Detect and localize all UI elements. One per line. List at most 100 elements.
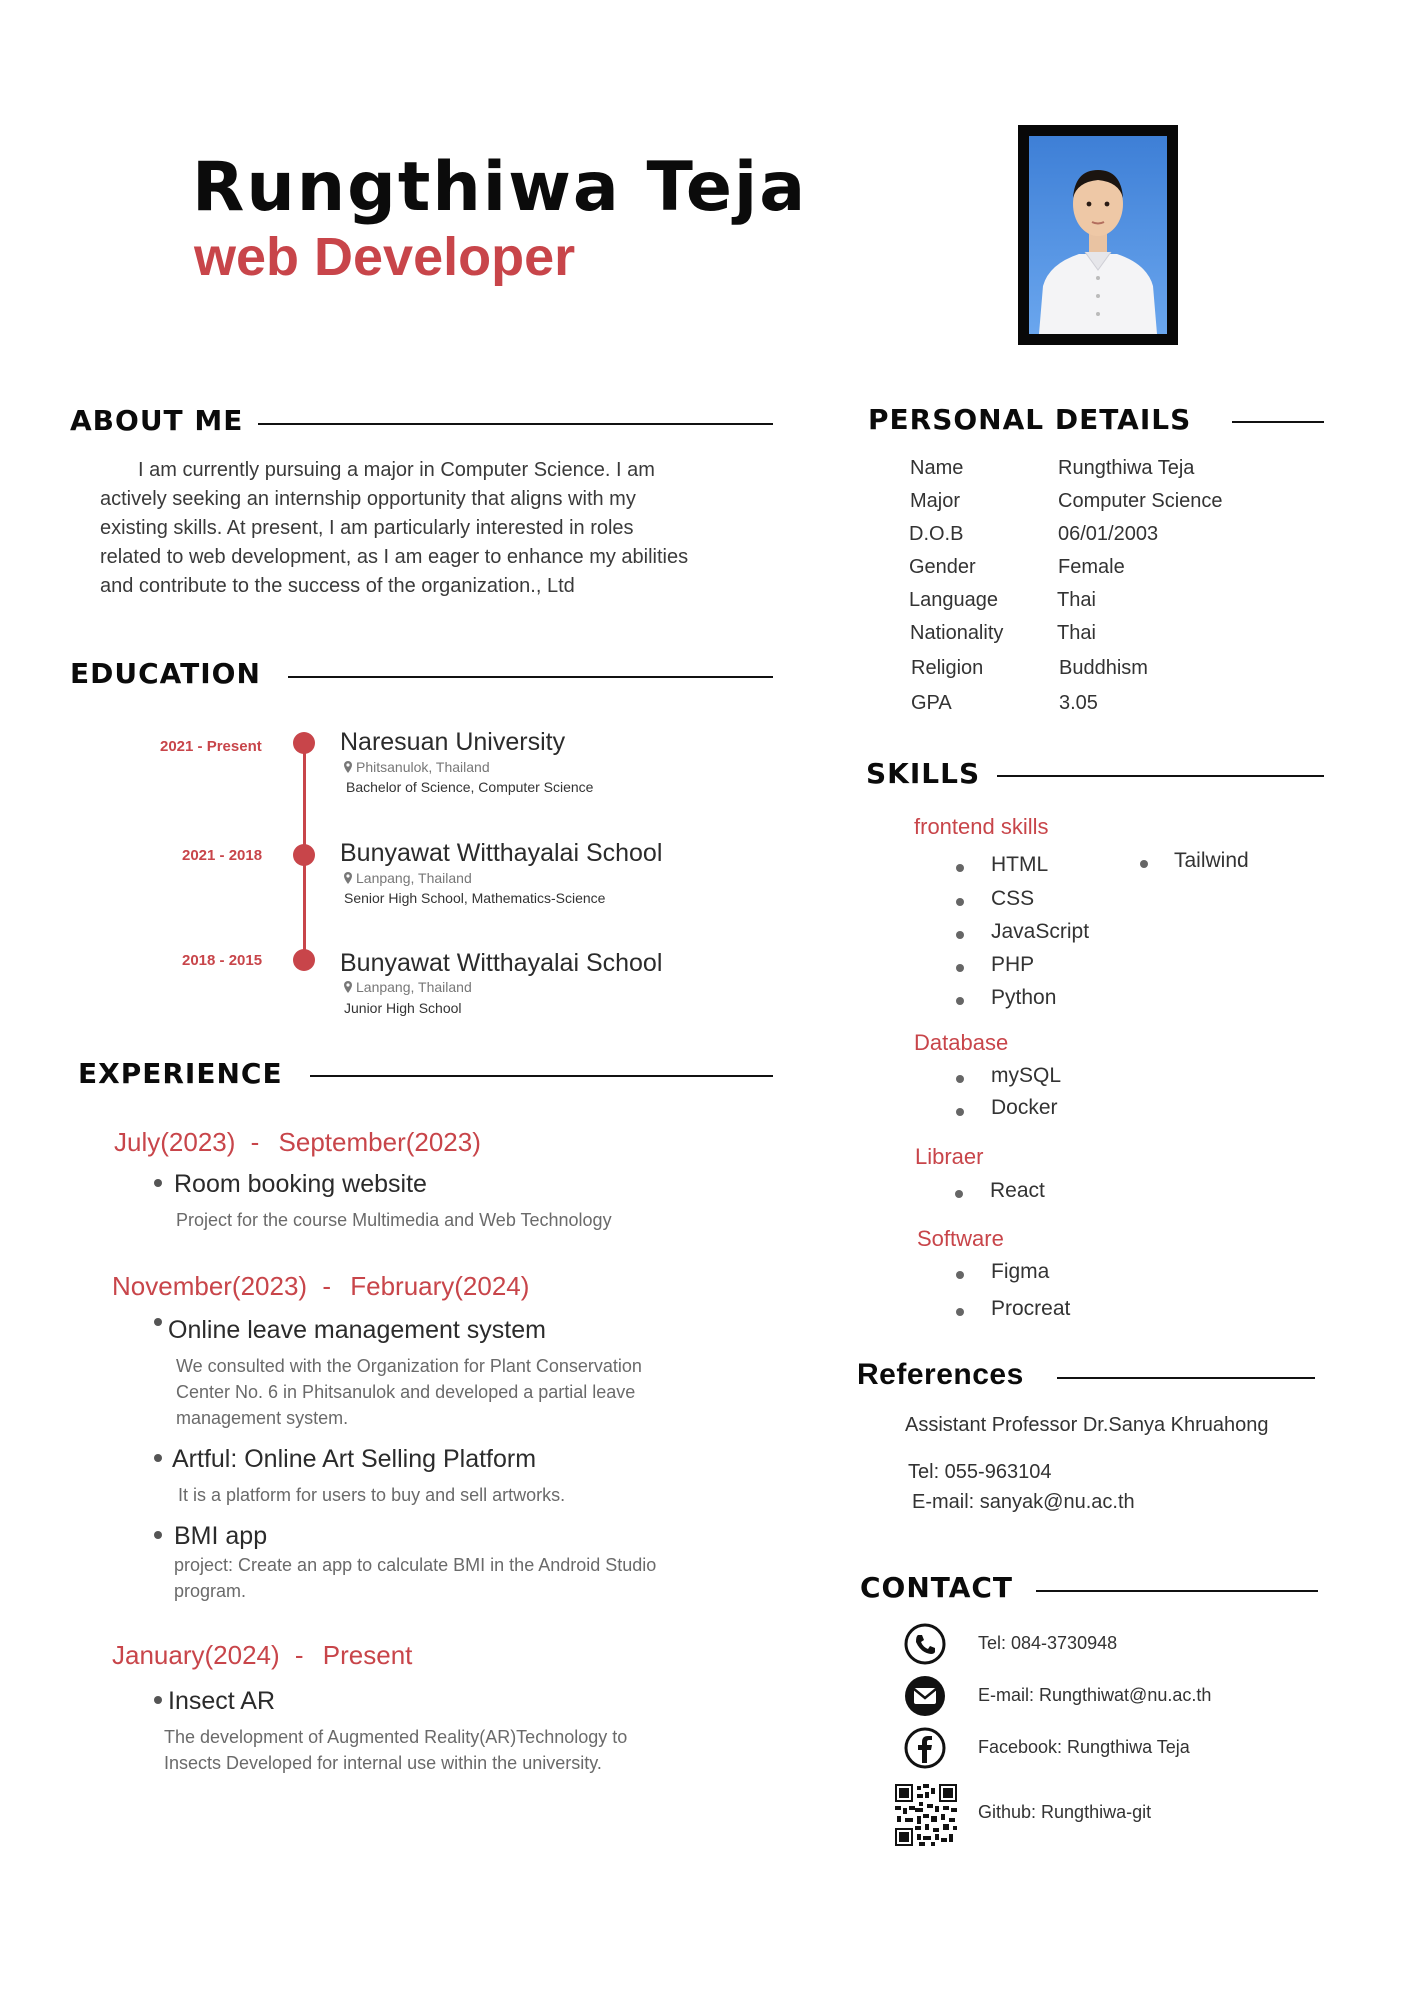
detail-label: Name xyxy=(910,457,964,479)
contact-rule xyxy=(1036,1590,1318,1592)
skill-item: Figma xyxy=(991,1260,1050,1283)
detail-label: D.O.B xyxy=(909,523,964,545)
experience-period: July(2023) - September(2023) xyxy=(114,1127,481,1158)
bullet-icon xyxy=(154,1454,162,1462)
detail-label: Major xyxy=(910,490,961,512)
detail-value: Thai xyxy=(1057,622,1096,644)
reference-email: E-mail: sanyak@nu.ac.th xyxy=(912,1491,1135,1513)
bullet-icon xyxy=(955,1190,963,1198)
about-text: I am currently pursuing a major in Compu… xyxy=(100,456,688,601)
experience-period: November(2023) - February(2024) xyxy=(112,1271,529,1302)
contact-github: Github: Rungthiwa-git xyxy=(978,1802,1152,1822)
period-end: February(2024) xyxy=(350,1271,530,1301)
detail-label: Religion xyxy=(911,657,984,679)
detail-label: GPA xyxy=(911,692,952,714)
skill-group-title: Database xyxy=(914,1030,1009,1055)
about-line: I am currently pursuing a major in Compu… xyxy=(138,459,655,481)
references-heading: References xyxy=(857,1358,1024,1391)
bullet-icon xyxy=(1140,860,1148,868)
timeline-dot xyxy=(293,732,315,754)
timeline-dot xyxy=(293,844,315,866)
detail-value: Computer Science xyxy=(1058,490,1223,512)
edu-location: Lanpang, Thailand xyxy=(343,870,472,886)
bullet-icon xyxy=(956,1308,964,1316)
edu-location-text: Phitsanulok, Thailand xyxy=(356,759,490,775)
skill-group-title: frontend skills xyxy=(914,814,1049,839)
about-heading: ABOUT ME xyxy=(70,404,244,437)
personal-rule xyxy=(1232,421,1324,423)
resume-role: web Developer xyxy=(194,227,576,287)
detail-label: Language xyxy=(909,589,998,611)
period-start: January(2024) xyxy=(112,1640,280,1670)
about-line: and contribute to the success of the org… xyxy=(100,575,575,597)
edu-date: 2018 - 2015 xyxy=(182,952,263,969)
bullet-icon xyxy=(956,964,964,972)
about-line: related to web development, as I am eage… xyxy=(100,546,689,568)
portrait-image xyxy=(1029,136,1167,334)
detail-label: Gender xyxy=(909,556,976,578)
period-end: September(2023) xyxy=(278,1127,481,1157)
project-desc-line: It is a platform for users to buy and se… xyxy=(178,1485,566,1505)
skill-item: CSS xyxy=(991,887,1035,910)
contact-facebook: Facebook: Rungthiwa Teja xyxy=(978,1737,1190,1757)
skill-item: HTML xyxy=(991,853,1049,876)
period-separator: - xyxy=(294,1640,304,1670)
personal-heading: PERSONAL DETAILS xyxy=(868,403,1192,436)
project-description: The development of Augmented Reality(AR)… xyxy=(164,1724,627,1776)
detail-value: 3.05 xyxy=(1059,692,1098,714)
skills-rule xyxy=(997,775,1324,777)
references-rule xyxy=(1057,1377,1315,1379)
project-title: BMI app xyxy=(154,1522,267,1551)
edu-degree: Junior High School xyxy=(344,1000,462,1016)
project-desc-line: Center No. 6 in Phitsanulok and develope… xyxy=(176,1382,636,1402)
project-desc-line: program. xyxy=(174,1581,247,1601)
skill-item: mySQL xyxy=(991,1064,1062,1087)
bullet-icon xyxy=(956,997,964,1005)
experience-period: January(2024) - Present xyxy=(112,1640,412,1671)
edu-school: Bunyawat Witthayalai School xyxy=(340,839,663,867)
bullet-icon xyxy=(956,1271,964,1279)
about-line: existing skills. At present, I am partic… xyxy=(100,517,634,539)
project-title-text: Insect AR xyxy=(168,1687,275,1715)
profile-photo xyxy=(1018,125,1178,345)
edu-location: Phitsanulok, Thailand xyxy=(343,759,490,775)
period-end: Present xyxy=(322,1640,413,1670)
skill-item: React xyxy=(990,1179,1045,1202)
project-title-text: Online leave management system xyxy=(168,1316,546,1344)
detail-value: Buddhism xyxy=(1059,657,1148,679)
resume-name: Rungthiwa Teja xyxy=(192,148,808,227)
contact-phone: Tel: 084-3730948 xyxy=(978,1633,1118,1653)
project-title-text: Room booking website xyxy=(174,1170,427,1198)
skills-heading: SKILLS xyxy=(866,757,981,790)
reference-tel: Tel: 055-963104 xyxy=(908,1461,1052,1483)
skill-item: Docker xyxy=(991,1096,1058,1119)
project-desc-line: Project for the course Multimedia and We… xyxy=(176,1210,612,1230)
reference-name: Assistant Professor Dr.Sanya Khruahong xyxy=(905,1414,1269,1436)
project-desc-line: We consulted with the Organization for P… xyxy=(176,1356,642,1376)
edu-location: Lanpang, Thailand xyxy=(343,979,472,995)
project-desc-line: project: Create an app to calculate BMI … xyxy=(174,1555,657,1575)
project-description: Project for the course Multimedia and We… xyxy=(176,1207,612,1233)
experience-heading: EXPERIENCE xyxy=(78,1057,283,1090)
edu-location-text: Lanpang, Thailand xyxy=(356,870,472,886)
project-desc-line: Insects Developed for internal use withi… xyxy=(164,1753,602,1773)
period-start: July(2023) xyxy=(114,1127,236,1157)
about-rule xyxy=(258,423,773,425)
project-description: It is a platform for users to buy and se… xyxy=(178,1482,565,1508)
facebook-icon xyxy=(904,1727,946,1769)
skill-item: Python xyxy=(991,986,1057,1009)
skill-item: JavaScript xyxy=(991,920,1090,943)
skill-item: PHP xyxy=(991,953,1035,976)
edu-school: Naresuan University xyxy=(340,728,566,756)
contact-email: E-mail: Rungthiwat@nu.ac.th xyxy=(978,1685,1212,1705)
edu-date: 2021 - Present xyxy=(160,738,262,755)
bullet-icon xyxy=(956,864,964,872)
period-separator: - xyxy=(250,1127,260,1157)
timeline-dot xyxy=(293,949,315,971)
skill-group-title: Libraer xyxy=(915,1144,984,1169)
bullet-icon xyxy=(956,898,964,906)
education-rule xyxy=(288,676,773,678)
project-title: Insect AR xyxy=(154,1687,275,1716)
bullet-icon xyxy=(956,931,964,939)
project-description: project: Create an app to calculate BMI … xyxy=(174,1552,656,1604)
